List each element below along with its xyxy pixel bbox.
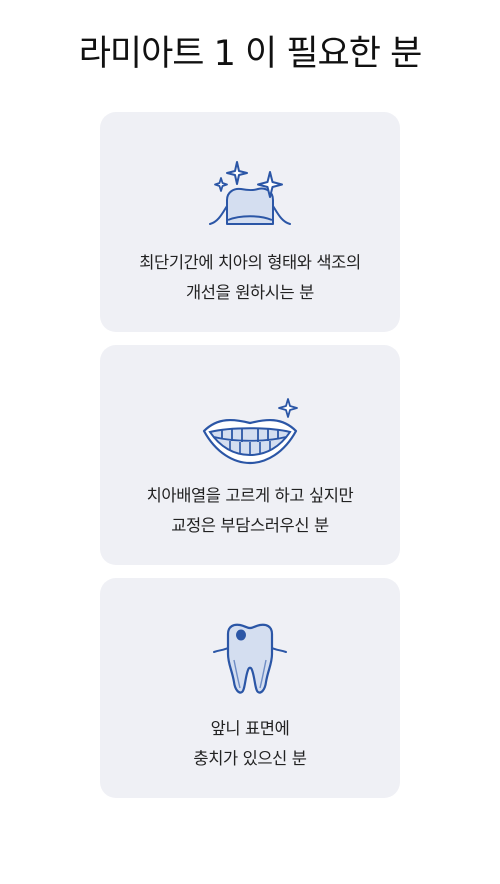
- need-card-cavity: 앞니 표면에 충치가 있으신 분: [100, 578, 400, 798]
- card-description-line: 충치가 있으신 분: [193, 749, 307, 768]
- card-description-line: 최단기간에 치아의 형태와 색조의: [139, 253, 361, 272]
- cavity-tooth-icon: [213, 623, 287, 694]
- card-description: 치아배열을 고르게 하고 싶지만 교정은 부담스러우신 분: [100, 481, 400, 541]
- sparkling-tooth-icon: [209, 161, 291, 225]
- smile-teeth-icon: [202, 398, 298, 465]
- page-title: 라미아트 1 이 필요한 분: [78, 34, 423, 74]
- card-description-line: 개선을 원하시는 분: [186, 283, 314, 302]
- card-description-line: 교정은 부담스러우신 분: [171, 516, 329, 535]
- card-description: 최단기간에 치아의 형태와 색조의 개선을 원하시는 분: [100, 248, 400, 308]
- need-card-shape-color: 최단기간에 치아의 형태와 색조의 개선을 원하시는 분: [100, 112, 400, 332]
- need-card-alignment: 치아배열을 고르게 하고 싶지만 교정은 부담스러우신 분: [100, 345, 400, 565]
- card-description-line: 앞니 표면에: [210, 719, 290, 738]
- card-description-line: 치아배열을 고르게 하고 싶지만: [146, 486, 354, 505]
- card-description: 앞니 표면에 충치가 있으신 분: [100, 714, 400, 774]
